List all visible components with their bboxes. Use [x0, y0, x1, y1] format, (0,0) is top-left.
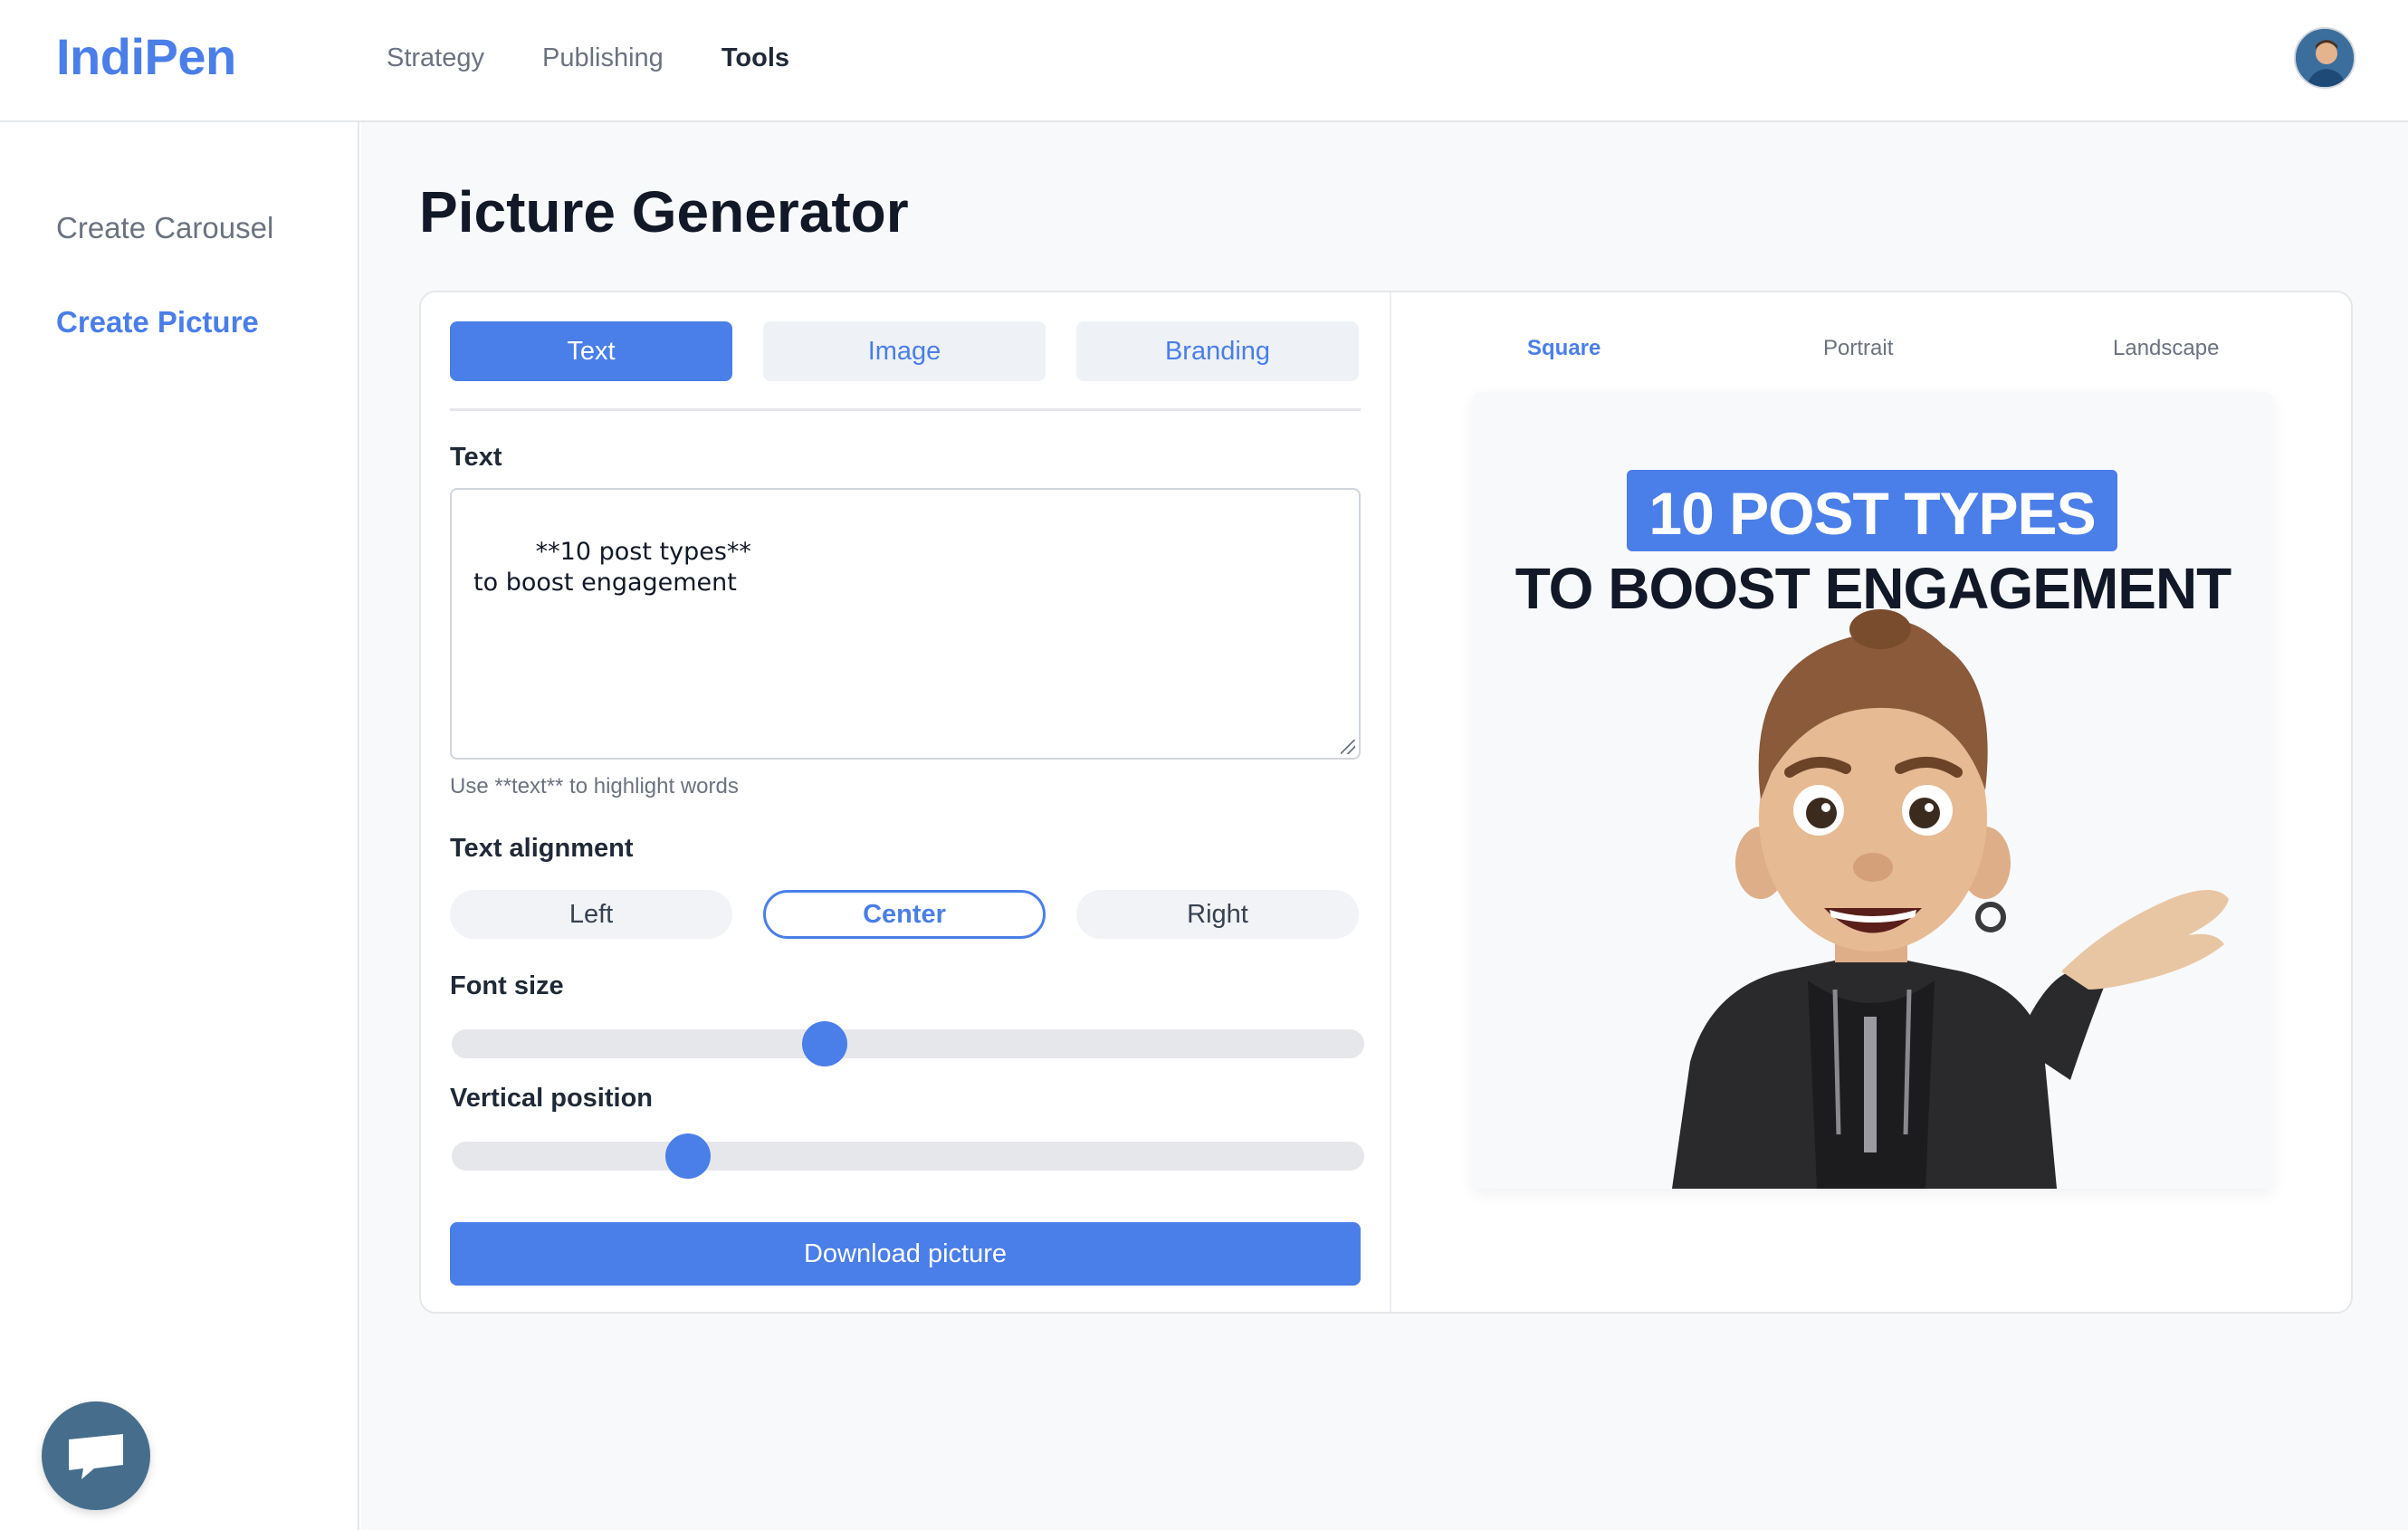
preview-panel: Square Portrait Landscape 10 POST TYPES …: [1391, 292, 2351, 1312]
align-right-button[interactable]: Right: [1076, 890, 1359, 939]
format-tab-landscape[interactable]: Landscape: [2113, 336, 2219, 361]
user-avatar[interactable]: [2294, 27, 2355, 89]
sidebar-item-create-picture[interactable]: Create Picture: [56, 305, 259, 339]
text-input-value: **10 post types** to boost engagement: [473, 538, 751, 597]
picture-preview: 10 POST TYPES TO BOOST ENGAGEMENT: [1473, 392, 2273, 1189]
chat-button[interactable]: [42, 1401, 150, 1510]
align-left-button[interactable]: Left: [450, 890, 732, 939]
font-size-label: Font size: [450, 971, 564, 1000]
top-header: IndiPen Strategy Publishing Tools: [0, 0, 2408, 122]
slider-track: [452, 1142, 1364, 1171]
slider-thumb[interactable]: [664, 1133, 711, 1179]
text-alignment-label: Text alignment: [450, 834, 634, 863]
tab-branding[interactable]: Branding: [1076, 321, 1359, 381]
generator-card: Text Image Branding Text **10 post types…: [419, 291, 2353, 1314]
sidebar: Create Carousel Create Picture: [0, 122, 359, 1530]
align-center-button[interactable]: Center: [763, 890, 1046, 939]
tab-text[interactable]: Text: [450, 321, 732, 381]
tab-image[interactable]: Image: [763, 321, 1046, 381]
vertical-position-label: Vertical position: [450, 1084, 653, 1113]
headline-highlight-text: 10 POST TYPES: [1648, 480, 2096, 547]
page-title: Picture Generator: [419, 179, 909, 244]
format-tab-portrait[interactable]: Portrait: [1823, 336, 1893, 361]
font-size-slider[interactable]: [450, 1015, 1364, 1066]
resize-handle-icon[interactable]: [1341, 740, 1355, 754]
text-input[interactable]: **10 post types** to boost engagement: [450, 488, 1361, 760]
main-content: Picture Generator Text Image Branding Te…: [361, 122, 2408, 1530]
text-hint: Use **text** to highlight words: [450, 774, 739, 798]
text-label: Text: [450, 443, 502, 472]
format-tab-square[interactable]: Square: [1527, 336, 1601, 361]
vertical-position-slider[interactable]: [450, 1127, 1364, 1179]
nav-item-publishing[interactable]: Publishing: [542, 43, 664, 73]
settings-panel: Text Image Branding Text **10 post types…: [421, 292, 1390, 1312]
app-logo[interactable]: IndiPen: [56, 27, 236, 86]
slider-track: [452, 1029, 1364, 1058]
avatar-icon: [2296, 29, 2354, 87]
slider-thumb[interactable]: [802, 1021, 848, 1066]
tabs-divider: [450, 408, 1361, 411]
top-nav: Strategy Publishing Tools: [387, 43, 789, 73]
headline-rest-text: TO BOOST ENGAGEMENT: [1515, 556, 2232, 621]
settings-tabs: Text Image Branding: [450, 321, 1361, 381]
nav-item-strategy[interactable]: Strategy: [387, 43, 484, 73]
chat-bubble-icon: [69, 1434, 123, 1479]
download-picture-button[interactable]: Download picture: [450, 1222, 1361, 1286]
alignment-options: Left Center Right: [450, 890, 1361, 939]
sidebar-item-create-carousel[interactable]: Create Carousel: [56, 211, 273, 245]
nav-item-tools[interactable]: Tools: [721, 43, 789, 73]
